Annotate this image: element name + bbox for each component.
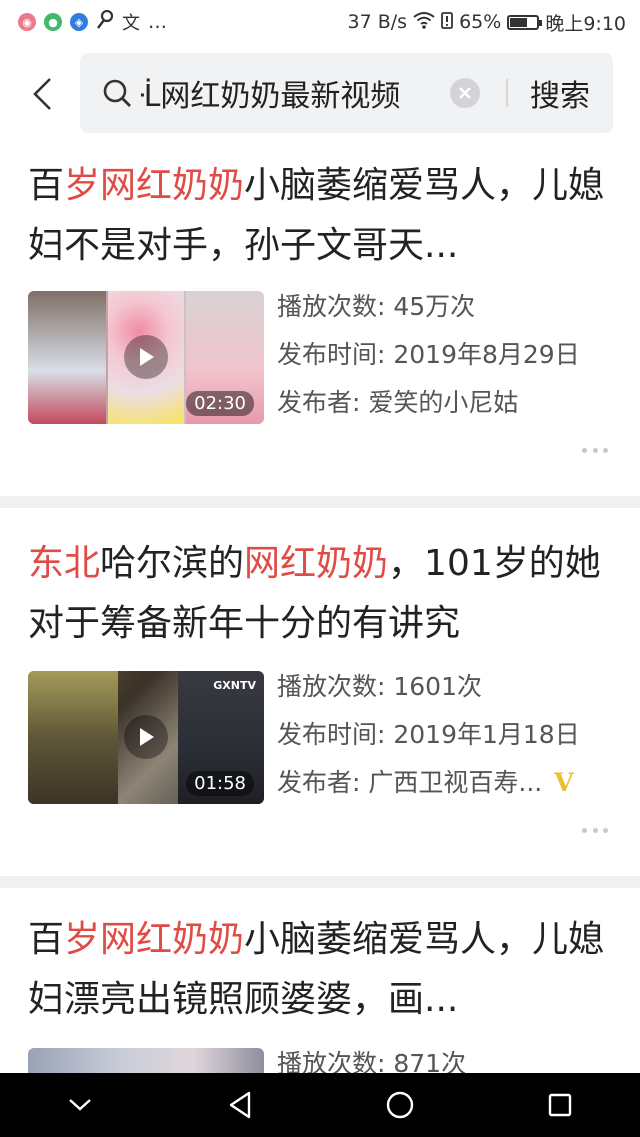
clear-search-button[interactable] bbox=[450, 78, 480, 108]
card-separator bbox=[0, 876, 640, 888]
play-icon bbox=[140, 728, 154, 746]
recents-nav-icon bbox=[548, 1093, 572, 1117]
search-divider bbox=[506, 79, 508, 107]
system-nav-bar bbox=[0, 1073, 640, 1137]
video-thumbnail[interactable] bbox=[28, 1048, 264, 1073]
search-box[interactable]: ᒸ网红奶奶最新视频 搜索 bbox=[80, 53, 613, 133]
app-notification-icon: ◈ bbox=[70, 13, 88, 31]
home-nav-icon bbox=[386, 1091, 414, 1119]
publisher: 发布者: 爱笑的小尼姑 bbox=[277, 388, 519, 417]
title-highlight: 岁网红奶奶 bbox=[64, 165, 245, 206]
wifi-icon bbox=[413, 11, 435, 34]
battery-alert-icon bbox=[441, 11, 453, 34]
video-thumbnail[interactable]: GXNTV 01:58 bbox=[28, 671, 264, 804]
battery-icon bbox=[507, 14, 543, 30]
status-bar-left: ◉ ● ◈ 文 … bbox=[18, 9, 167, 35]
play-count: 播放次数: 1601次 bbox=[277, 672, 482, 701]
more-options-button[interactable] bbox=[582, 446, 608, 454]
video-meta: 播放次数: 45万次 发布时间: 2019年8月29日 发布者: 爱笑的小尼姑 bbox=[277, 283, 580, 427]
status-bar: ◉ ● ◈ 文 … 37 B/s 65% 晚上9:10 bbox=[0, 0, 640, 44]
text-icon: 文 bbox=[122, 13, 140, 34]
video-duration: 02:30 bbox=[186, 391, 254, 416]
network-speed: 37 B/s bbox=[347, 11, 408, 33]
back-nav-icon bbox=[229, 1091, 251, 1119]
play-count: 播放次数: 871次 bbox=[277, 1049, 467, 1073]
key-icon bbox=[96, 9, 114, 35]
close-icon bbox=[459, 87, 471, 99]
result-card[interactable]: 百岁网红奶奶小脑萎缩爱骂人，儿媳妇不是对手，孙子文哥天... 02:30 播放次… bbox=[0, 144, 640, 496]
thumbnail-frame bbox=[28, 671, 118, 804]
search-input[interactable]: ᒸ网红奶奶最新视频 bbox=[138, 71, 438, 115]
title-text: 百 bbox=[28, 919, 65, 960]
home-nav-button[interactable] bbox=[380, 1085, 420, 1125]
search-icon bbox=[103, 79, 131, 107]
video-meta: 播放次数: 871次 bbox=[277, 1040, 466, 1073]
result-card[interactable]: 东北哈尔滨的网红奶奶，101岁的她对于筹备新年十分的有讲究 GXNTV 01:5… bbox=[0, 508, 640, 876]
channel-watermark: GXNTV bbox=[213, 679, 256, 692]
search-header: ᒸ网红奶奶最新视频 搜索 bbox=[0, 44, 640, 144]
title-highlight: 岁网红奶奶 bbox=[64, 919, 245, 960]
app-notification-icon: ◉ bbox=[18, 13, 36, 31]
more-options-button[interactable] bbox=[582, 826, 608, 834]
publisher: 发布者: 广西卫视百寿... bbox=[277, 768, 543, 797]
video-thumbnail[interactable]: 02:30 bbox=[28, 291, 264, 424]
title-highlight: 东北 bbox=[28, 543, 101, 584]
chevron-left-icon bbox=[33, 78, 51, 110]
result-card[interactable]: 百岁网红奶奶小脑萎缩爱骂人，儿媳妇漂亮出镜照顾婆婆，画... 播放次数: 871… bbox=[0, 888, 640, 1073]
verified-badge: V bbox=[554, 768, 574, 797]
play-button[interactable] bbox=[124, 715, 168, 759]
video-meta: 播放次数: 1601次 发布时间: 2019年1月18日 发布者: 广西卫视百寿… bbox=[277, 663, 580, 807]
play-button[interactable] bbox=[124, 335, 168, 379]
back-nav-button[interactable] bbox=[220, 1085, 260, 1125]
battery-fill bbox=[510, 17, 528, 27]
status-bar-right: 37 B/s 65% 晚上9:10 bbox=[348, 9, 626, 36]
battery-percent: 65% bbox=[459, 11, 502, 33]
video-duration: 01:58 bbox=[186, 771, 254, 796]
chevron-down-icon bbox=[69, 1099, 91, 1111]
title-text: 哈尔滨的 bbox=[100, 543, 245, 584]
recents-nav-button[interactable] bbox=[540, 1085, 580, 1125]
search-button[interactable]: 搜索 bbox=[530, 71, 590, 115]
play-count: 播放次数: 45万次 bbox=[277, 292, 476, 321]
collapse-nav-button[interactable] bbox=[60, 1085, 100, 1125]
clock: 晚上9:10 bbox=[545, 12, 626, 35]
title-text: 百 bbox=[28, 165, 65, 206]
play-icon bbox=[140, 348, 154, 366]
publish-date: 发布时间: 2019年8月29日 bbox=[277, 340, 580, 369]
publish-date: 发布时间: 2019年1月18日 bbox=[277, 720, 580, 749]
back-button[interactable] bbox=[22, 72, 62, 116]
title-highlight: 网红奶奶 bbox=[244, 543, 389, 584]
result-title[interactable]: 百岁网红奶奶小脑萎缩爱骂人，儿媳妇不是对手，孙子文哥天... bbox=[28, 156, 618, 276]
result-title[interactable]: 东北哈尔滨的网红奶奶，101岁的她对于筹备新年十分的有讲究 bbox=[28, 534, 618, 654]
card-separator bbox=[0, 496, 640, 508]
publisher-row: 发布者: 广西卫视百寿... V bbox=[277, 759, 580, 807]
result-title[interactable]: 百岁网红奶奶小脑萎缩爱骂人，儿媳妇漂亮出镜照顾婆婆，画... bbox=[28, 910, 618, 1030]
thumbnail-frame bbox=[28, 291, 106, 424]
status-more: … bbox=[148, 11, 167, 33]
app-notification-icon: ● bbox=[44, 13, 62, 31]
